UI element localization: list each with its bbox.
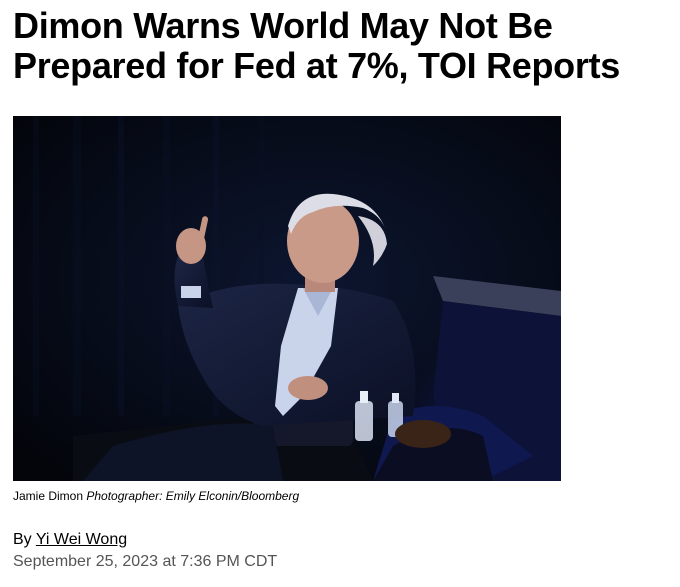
publish-timestamp: September 25, 2023 at 7:36 PM CDT bbox=[13, 553, 278, 570]
caption-subject: Jamie Dimon bbox=[13, 489, 84, 503]
headline-line-1: Dimon Warns World May Not Be bbox=[13, 5, 553, 46]
photo-caption: Jamie Dimon Photographer: Emily Elconin/… bbox=[13, 488, 299, 504]
photo-illustration bbox=[13, 116, 561, 481]
caption-credit: Photographer: Emily Elconin/Bloomberg bbox=[86, 489, 300, 503]
article-photo bbox=[13, 116, 561, 481]
byline-prefix: By bbox=[13, 531, 32, 548]
author-link[interactable]: Yi Wei Wong bbox=[36, 531, 127, 548]
article-headline: Dimon Warns World May Not Be Prepared fo… bbox=[13, 6, 673, 86]
headline-line-2: Prepared for Fed at 7%, TOI Reports bbox=[13, 45, 620, 86]
byline: By Yi Wei Wong bbox=[13, 530, 127, 550]
